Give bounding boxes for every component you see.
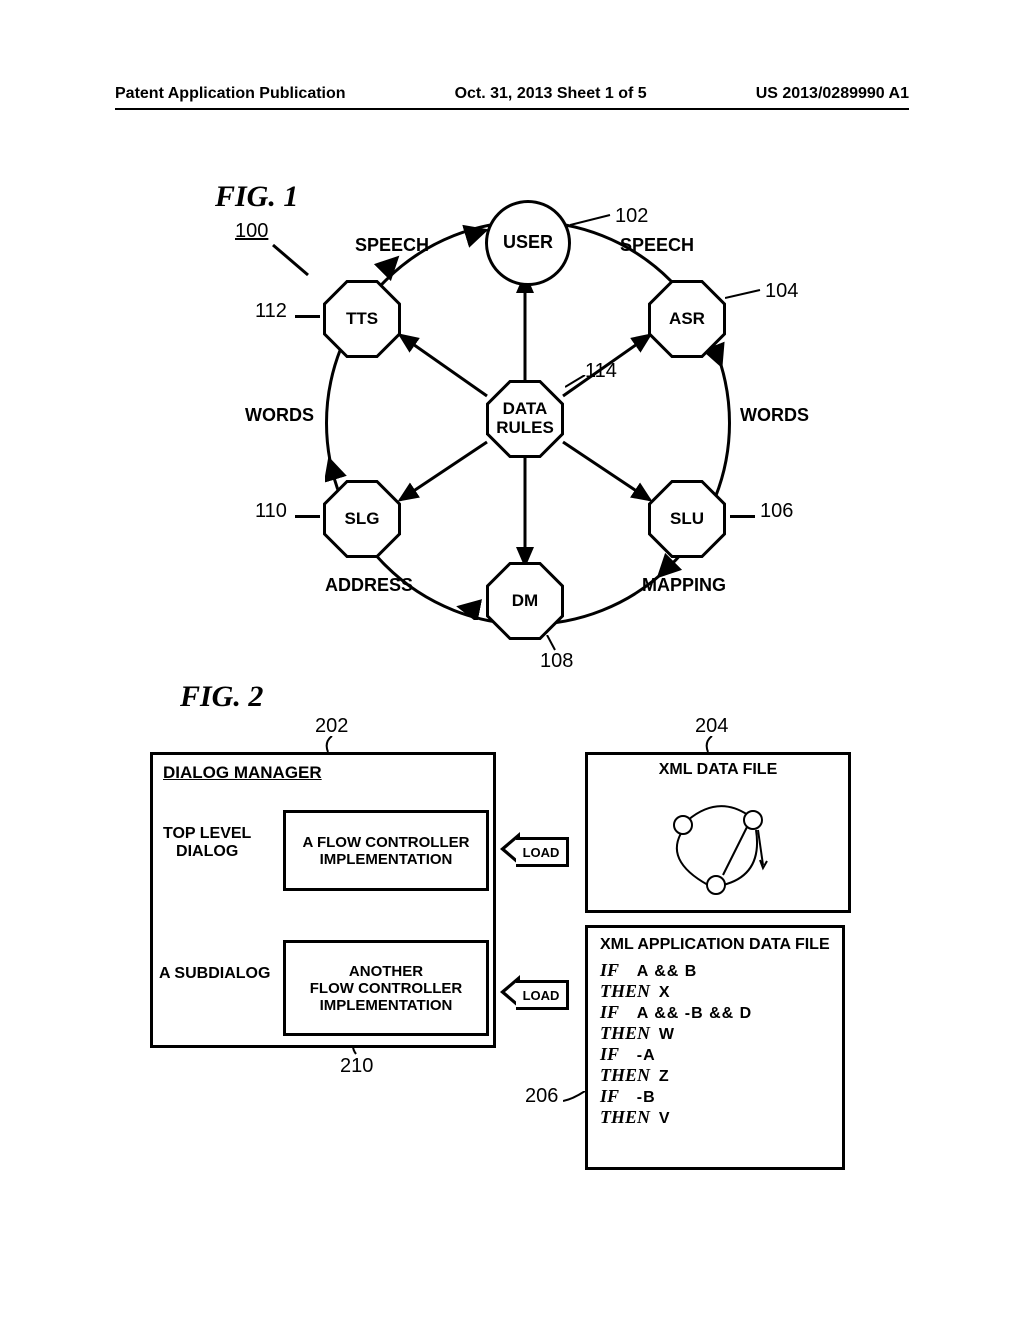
ref-210: 210 [340,1055,373,1078]
edge-slg-tts: WORDS [245,405,314,426]
rule-row: IF -B [600,1086,830,1107]
fig1-slg-ref: 110 [255,500,287,523]
dm-subdialog-label: A SUBDIALOG [159,965,270,983]
header-divider [115,108,909,110]
fig1-ref-tick [268,240,318,280]
header-center: Oct. 31, 2013 Sheet 1 of 5 [455,85,647,103]
xml-data-graph-icon [668,790,788,900]
ref-202: 202 [315,715,348,738]
page-header: Patent Application Publication Oct. 31, … [0,85,1024,103]
dm-ref-tick [545,635,560,655]
fig1-user-node: USER [485,200,571,286]
fig2-title: FIG. 2 [180,680,263,714]
rule-row: THEN X [600,981,830,1002]
dm-title: DIALOG MANAGER [163,763,322,783]
rule-row: IF -A [600,1044,830,1065]
page: Patent Application Publication Oct. 31, … [0,0,1024,1320]
fig1-system-ref: 100 [235,220,268,243]
fig1-asr-ref: 104 [765,280,798,303]
edge-tts-user: SPEECH [355,235,429,256]
figure-1: FIG. 1 100 DATA RULES 114 [210,180,810,640]
xml-app-title: XML APPLICATION DATA FILE [600,936,830,954]
load-arrow-1: LOAD [500,832,570,866]
rule-row: THEN V [600,1107,830,1128]
fig1-tts-ref: 112 [255,300,287,323]
dialog-manager-box: DIALOG MANAGER TOP LEVEL DIALOG A FLOW C… [150,752,496,1048]
figure-2: FIG. 2 202 204 208 210 206 DIALOG MANAGE… [150,680,880,1200]
fig1-title: FIG. 1 [215,180,298,214]
header-left: Patent Application Publication [115,85,346,103]
rule-row: THEN Z [600,1065,830,1086]
dm-top-level-label: TOP LEVEL DIALOG [163,825,251,861]
xml-data-title: XML DATA FILE [588,761,848,779]
edge-dm-slg: ADDRESS [325,575,413,596]
edge-slu-dm: MAPPING [642,575,726,596]
user-ref-tick [570,213,615,228]
rule-row: THEN W [600,1023,830,1044]
slg-ref-tick [295,515,320,518]
edge-asr-slu: WORDS [740,405,809,426]
slu-ref-tick [730,515,755,518]
xml-app-data-file-box: XML APPLICATION DATA FILE IF A && B THEN… [585,925,845,1170]
asr-ref-tick [725,288,765,300]
rule-row: IF A && -B && D [600,1002,830,1023]
tts-ref-tick [295,315,320,318]
rule-row: IF A && B [600,960,830,981]
fig1-user-ref: 102 [615,205,648,228]
fig1-slu-ref: 106 [760,500,793,523]
xml-data-file-box: XML DATA FILE [585,752,851,913]
edge-user-asr: SPEECH [620,235,694,256]
header-right: US 2013/0289990 A1 [756,85,909,103]
load-arrow-2: LOAD [500,975,570,1009]
ref-204: 204 [695,715,728,738]
dm-flow-controller-1: A FLOW CONTROLLER IMPLEMENTATION [283,810,489,891]
ref-206: 206 [525,1085,558,1108]
dm-flow-controller-2: ANOTHER FLOW CONTROLLER IMPLEMENTATION [283,940,489,1036]
